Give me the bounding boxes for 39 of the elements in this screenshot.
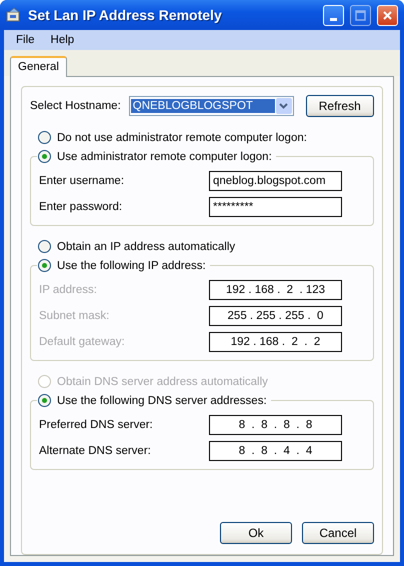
- option-label: Obtain an IP address automatically: [57, 240, 236, 252]
- field-label: Subnet mask:: [39, 310, 110, 322]
- radio-button[interactable]: [38, 240, 51, 253]
- field-label: IP address:: [39, 284, 98, 296]
- ip-address-field[interactable]: 8 . 8 . 8 . 8: [209, 415, 342, 435]
- field-label: Default gateway:: [39, 336, 126, 348]
- field-label: Alternate DNS server:: [39, 445, 152, 457]
- dialog-button[interactable]: Cancel: [302, 522, 374, 544]
- option-label: Use the following IP address:: [57, 260, 206, 272]
- radio-button[interactable]: [38, 259, 51, 272]
- window-title: Set Lan IP Address Remotely: [28, 7, 223, 23]
- password-field[interactable]: *********: [209, 197, 342, 217]
- app-icon: [6, 7, 22, 23]
- menu-item[interactable]: Help: [42, 32, 82, 48]
- hostname-label: Select Hostname:: [30, 100, 121, 112]
- field-label: Enter password:: [39, 201, 124, 213]
- radio-button[interactable]: [38, 131, 51, 144]
- refresh-button[interactable]: Refresh: [306, 95, 374, 117]
- maximize-button[interactable]: [350, 4, 371, 26]
- hostname-dropdown[interactable]: QNEBLOGBLOGSPOT: [128, 96, 294, 116]
- field-label: Enter username:: [39, 175, 126, 187]
- option-label: Use the following DNS server addresses:: [57, 394, 267, 406]
- maximize-icon: [355, 10, 366, 20]
- option-label: Use administrator remote computer logon:: [57, 150, 272, 162]
- menu-item[interactable]: File: [8, 32, 43, 48]
- close-icon: [382, 10, 393, 20]
- close-button[interactable]: [377, 4, 398, 26]
- minimize-button[interactable]: [323, 4, 344, 26]
- caret-icon: [279, 103, 288, 109]
- tab[interactable]: General: [10, 56, 67, 77]
- username-field[interactable]: qneblog.blogspot.com: [209, 171, 342, 191]
- option-label: Do not use administrator remote computer logon:: [57, 132, 307, 144]
- ip-address-field[interactable]: 8 . 8 . 4 . 4: [209, 441, 342, 461]
- field-label: Preferred DNS server:: [39, 419, 154, 431]
- radio-button[interactable]: [38, 150, 51, 163]
- dialog-button[interactable]: Ok: [220, 522, 292, 544]
- radio-button[interactable]: [38, 394, 51, 407]
- option-label: Obtain DNS server address automatically: [57, 376, 268, 388]
- minimize-icon: [330, 18, 337, 20]
